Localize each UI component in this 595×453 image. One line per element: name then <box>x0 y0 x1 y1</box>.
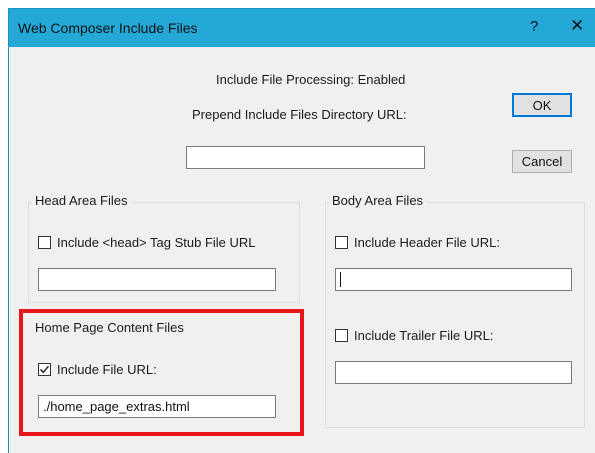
header-file-label: Include Header File URL: <box>354 235 500 250</box>
cancel-button[interactable]: Cancel <box>512 150 572 173</box>
home-page-group-label: Home Page Content Files <box>35 320 184 335</box>
trailer-file-url-input[interactable] <box>335 361 572 384</box>
trailer-file-checkbox[interactable] <box>335 329 348 342</box>
home-page-include-label: Include File URL: <box>57 362 157 377</box>
prepend-url-input[interactable] <box>186 146 425 169</box>
header-file-checkbox[interactable] <box>335 236 348 249</box>
checkmark-icon <box>39 365 50 374</box>
home-page-include-checkbox[interactable] <box>38 363 51 376</box>
head-stub-checkbox[interactable] <box>38 236 51 249</box>
title-bar[interactable]: Web Composer Include Files ? ✕ <box>9 9 595 47</box>
processing-status-text: Include File Processing: Enabled <box>216 72 406 87</box>
help-icon[interactable]: ? <box>530 18 538 35</box>
body-area-group-label: Body Area Files <box>329 193 427 208</box>
prepend-url-label: Prepend Include Files Directory URL: <box>192 107 407 122</box>
trailer-file-label: Include Trailer File URL: <box>354 328 494 343</box>
header-file-url-input[interactable] <box>335 268 572 291</box>
ok-button[interactable]: OK <box>512 93 572 117</box>
head-stub-url-input[interactable] <box>38 268 276 291</box>
close-icon[interactable]: ✕ <box>570 16 584 36</box>
head-area-group-label: Head Area Files <box>32 193 131 208</box>
home-page-url-input[interactable] <box>38 395 276 418</box>
window-title: Web Composer Include Files <box>18 20 198 36</box>
head-stub-label: Include <head> Tag Stub File URL <box>57 235 256 250</box>
